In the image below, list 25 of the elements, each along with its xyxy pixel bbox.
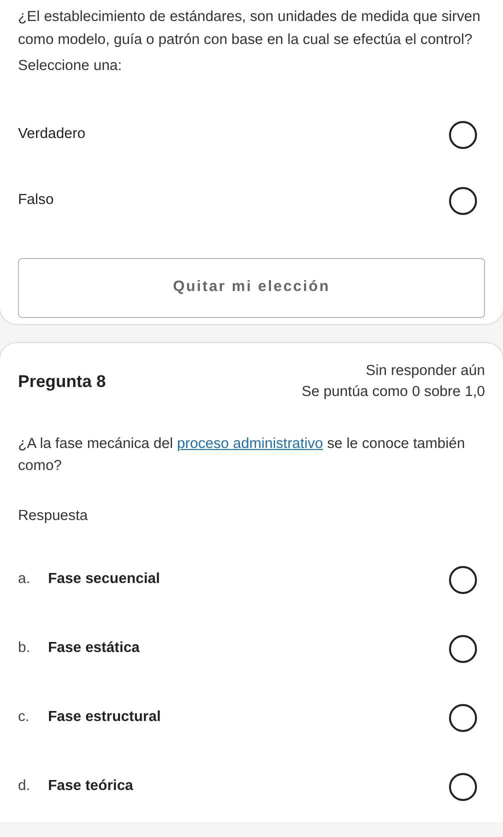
option-label: Falso bbox=[18, 190, 54, 210]
option-label: Verdadero bbox=[18, 124, 86, 144]
question-title: Pregunta 8 bbox=[18, 370, 106, 393]
question-text: ¿El establecimiento de estándares, son unidades de medida que sirven como modelo, guía o patrón con base en la cual se efectúa el control? bbox=[18, 8, 482, 50]
radio-button[interactable] bbox=[449, 772, 477, 801]
option-letter: b. bbox=[18, 638, 32, 658]
clear-choice-button[interactable]: Quitar mi elección bbox=[18, 258, 485, 318]
radio-button[interactable] bbox=[449, 566, 477, 594]
glossary-link[interactable]: proceso administrativo bbox=[177, 436, 324, 452]
radio-button[interactable] bbox=[449, 634, 477, 663]
option-letter: a. bbox=[18, 570, 32, 589]
option-label: Fase estática bbox=[48, 638, 140, 658]
radio-button[interactable] bbox=[449, 704, 477, 732]
option-letter: d. bbox=[18, 776, 32, 796]
select-prompt: Seleccione una: bbox=[18, 57, 123, 76]
option-label: Fase teórica bbox=[48, 776, 134, 796]
question-status: Sin responder aún bbox=[364, 362, 485, 380]
question-grade: Se puntúa como 0 sobre 1,0 bbox=[302, 382, 485, 402]
radio-button[interactable] bbox=[449, 186, 477, 214]
question-text: ¿A la fase mecánica del proceso administrativo se le conoce también como? bbox=[18, 434, 466, 476]
option-letter: c. bbox=[18, 708, 30, 727]
option-label: Fase secuencial bbox=[48, 570, 160, 589]
radio-button[interactable] bbox=[449, 120, 477, 148]
answer-label: Respuesta bbox=[18, 506, 89, 526]
option-label: Fase estructural bbox=[48, 708, 161, 727]
